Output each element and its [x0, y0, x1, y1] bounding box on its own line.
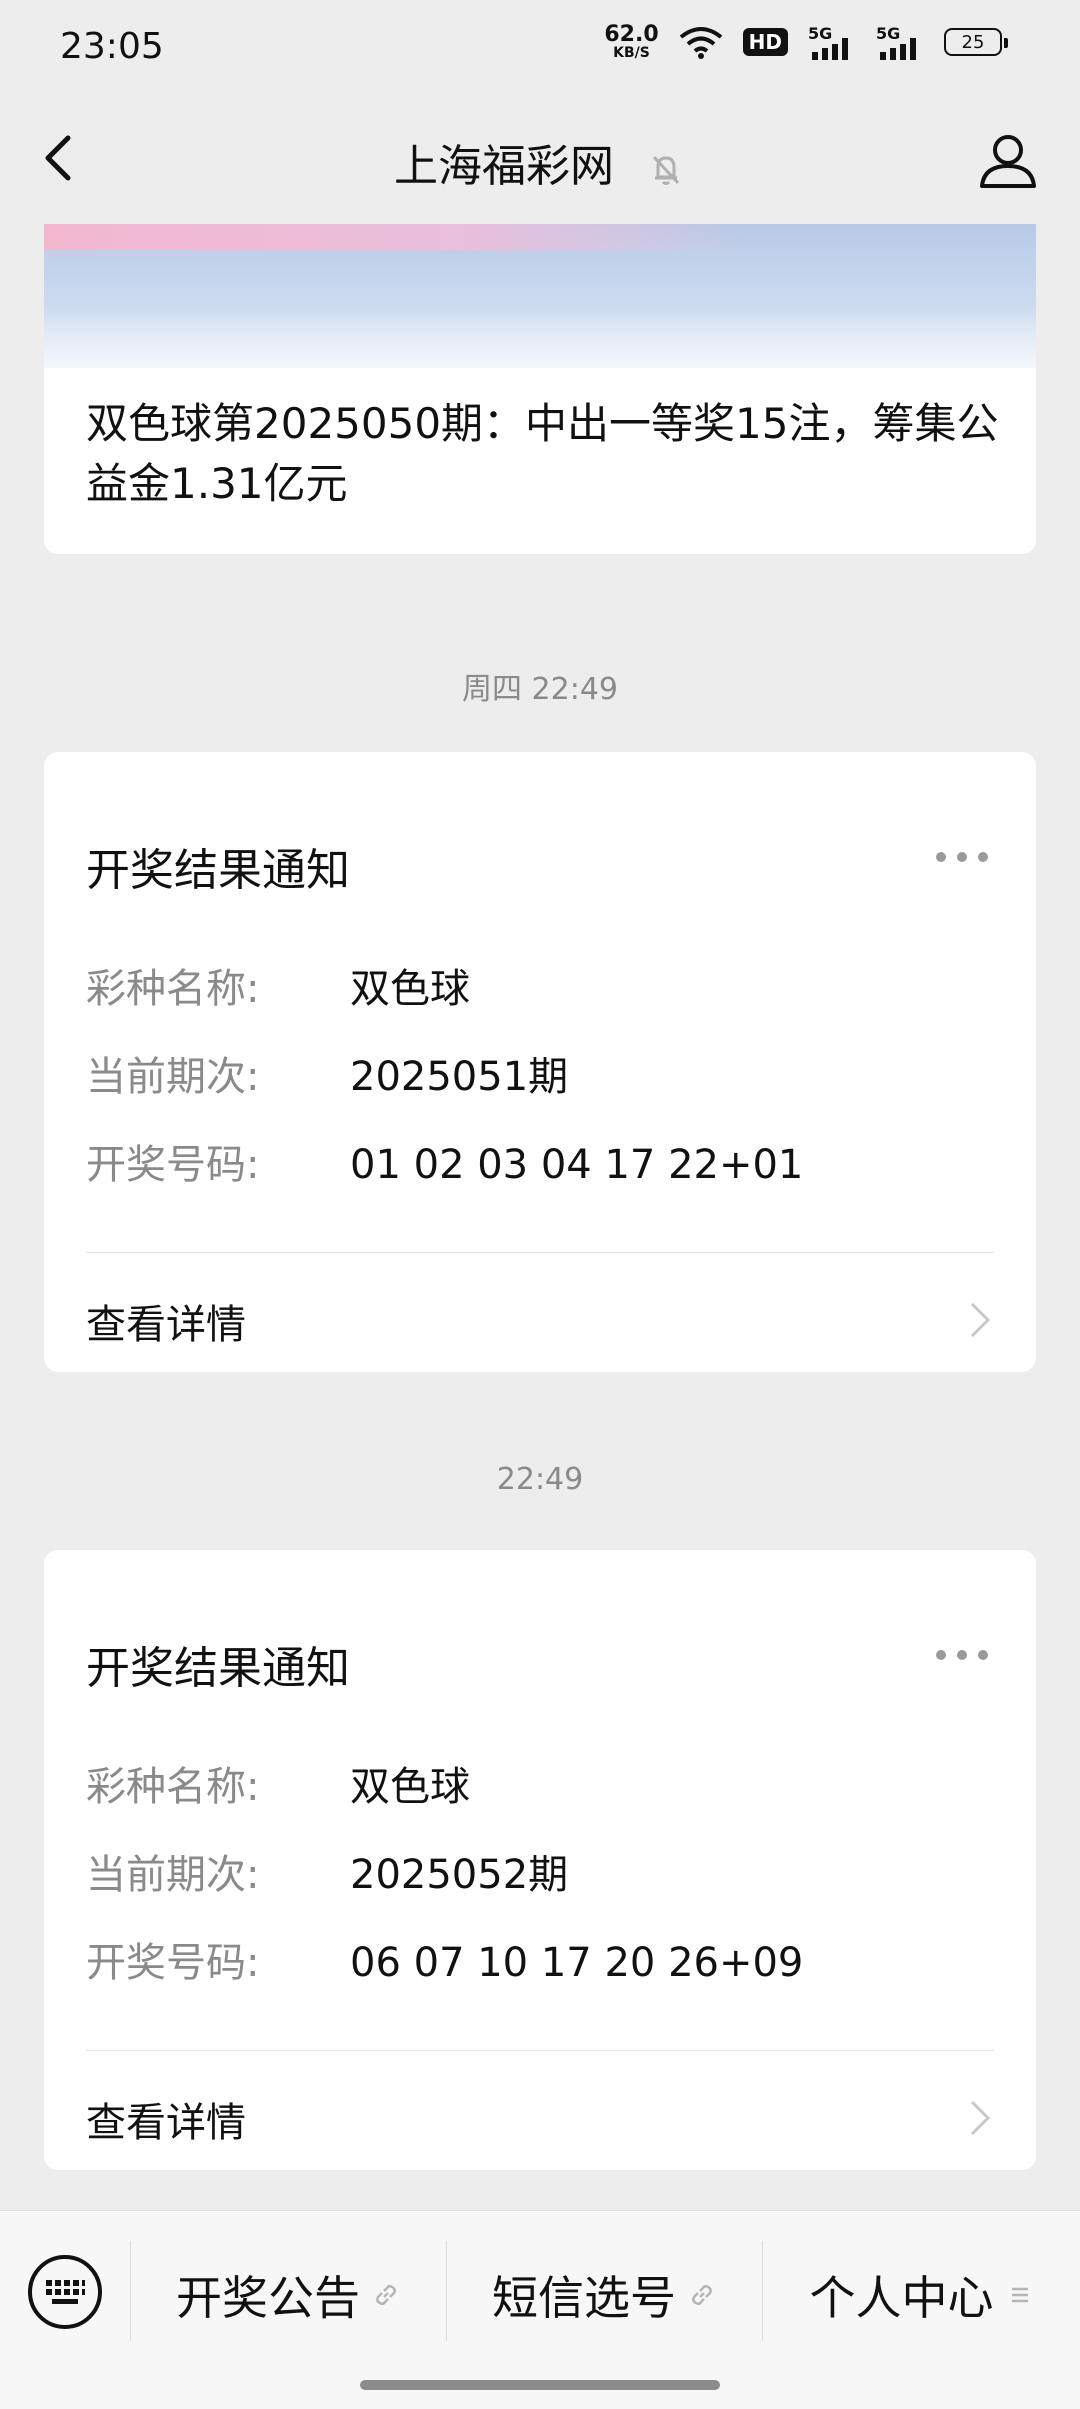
info-key: 彩种名称: [86, 966, 260, 1012]
more-options-icon[interactable] [936, 852, 988, 864]
page-title-wrap: 上海福彩网 [0, 130, 1080, 194]
menu-item-draw-announcement[interactable]: 开奖公告 [131, 2255, 445, 2335]
menu-item-personal-center[interactable]: 个人中心 [763, 2255, 1080, 2335]
info-row-winning-numbers: 开奖号码: 01 02 03 04 17 22+01 [86, 1132, 803, 1190]
message-title: 开奖结果通知 [86, 845, 350, 896]
view-details-link[interactable]: 查看详情 [86, 2090, 994, 2150]
battery-level: 25 [961, 31, 985, 53]
page-title: 上海福彩网 [394, 141, 614, 192]
more-options-icon[interactable] [936, 1650, 988, 1662]
message-title: 开奖结果通知 [86, 1643, 350, 1694]
info-key: 开奖号码: [86, 1142, 260, 1188]
menu-item-sms-pick[interactable]: 短信选号 [447, 2255, 761, 2335]
banner-pink-band [44, 224, 744, 250]
info-row-issue: 当前期次: 2025051期 [86, 1044, 568, 1102]
info-value: 2025051期 [350, 1054, 569, 1100]
net-speed-unit: KB/S [613, 45, 650, 61]
message-feed[interactable]: 双色球第2025050期：中出一等奖15注，筹集公益金1.31亿元 周四 22:… [0, 224, 1080, 2210]
battery-icon: 25 [944, 28, 1008, 56]
message-timestamp: 周四 22:49 [462, 672, 618, 707]
menu-item-label: 个人中心 [809, 2271, 994, 2325]
info-value: 双色球 [350, 966, 470, 1012]
info-row-issue: 当前期次: 2025052期 [86, 1842, 568, 1900]
info-value: 双色球 [350, 1764, 470, 1810]
signal-icon-2: 5G [876, 24, 924, 60]
info-key: 开奖号码: [86, 1940, 260, 1986]
chevron-right-icon [970, 1302, 991, 1338]
message-card[interactable]: 开奖结果通知 彩种名称: 双色球 当前期次: 2025052期 开奖号码: 06 07… [44, 1550, 1036, 2170]
chevron-right-icon [970, 2100, 991, 2136]
banner-cloud-band [44, 308, 1036, 368]
info-value: 2025052期 [350, 1852, 569, 1898]
status-bar: 23:05 62.0 KB/S HD 5G 5G 25 [0, 0, 1080, 96]
article-banner-image [44, 224, 1036, 368]
menu-lines-icon [1011, 2287, 1028, 2303]
article-card[interactable]: 双色球第2025050期：中出一等奖15注，筹集公益金1.31亿元 [44, 224, 1036, 554]
net-speed: 62.0 KB/S [604, 22, 659, 61]
signal-icon: 5G [808, 24, 856, 60]
info-row-lottery-name: 彩种名称: 双色球 [86, 1754, 470, 1812]
info-value: 01 02 03 04 17 22+01 [350, 1142, 804, 1188]
muted-bell-icon [652, 155, 680, 185]
link-icon [376, 2284, 396, 2306]
info-key: 彩种名称: [86, 1764, 260, 1810]
status-icons: 62.0 KB/S HD 5G 5G 25 [604, 22, 1008, 61]
divider [86, 2050, 994, 2051]
article-title: 双色球第2025050期：中出一等奖15注，筹集公益金1.31亿元 [86, 399, 999, 508]
wifi-icon [679, 27, 722, 59]
info-row-lottery-name: 彩种名称: 双色球 [86, 956, 470, 1014]
message-card[interactable]: 开奖结果通知 彩种名称: 双色球 当前期次: 2025051期 开奖号码: 01 02… [44, 752, 1036, 1372]
user-profile-icon[interactable] [976, 128, 1040, 192]
home-indicator[interactable] [360, 2380, 720, 2390]
menu-item-label: 短信选号 [492, 2271, 676, 2325]
view-details-label: 查看详情 [86, 1302, 246, 1348]
view-details-link[interactable]: 查看详情 [86, 1292, 994, 1352]
net-speed-value: 62.0 [604, 22, 659, 47]
link-icon [692, 2284, 712, 2306]
message-timestamp: 22:49 [496, 1462, 584, 1497]
info-key: 当前期次: [86, 1852, 260, 1898]
menu-item-label: 开奖公告 [176, 2271, 360, 2325]
hd-voice-icon: HD [742, 28, 788, 56]
status-time: 23:05 [60, 26, 164, 67]
info-value: 06 07 10 17 20 26+09 [350, 1940, 804, 1986]
info-row-winning-numbers: 开奖号码: 06 07 10 17 20 26+09 [86, 1930, 803, 1988]
divider [86, 1252, 994, 1253]
title-bar: 上海福彩网 [0, 96, 1080, 224]
view-details-label: 查看详情 [86, 2100, 246, 2146]
info-key: 当前期次: [86, 1054, 260, 1100]
keyboard-icon[interactable] [26, 2253, 104, 2331]
